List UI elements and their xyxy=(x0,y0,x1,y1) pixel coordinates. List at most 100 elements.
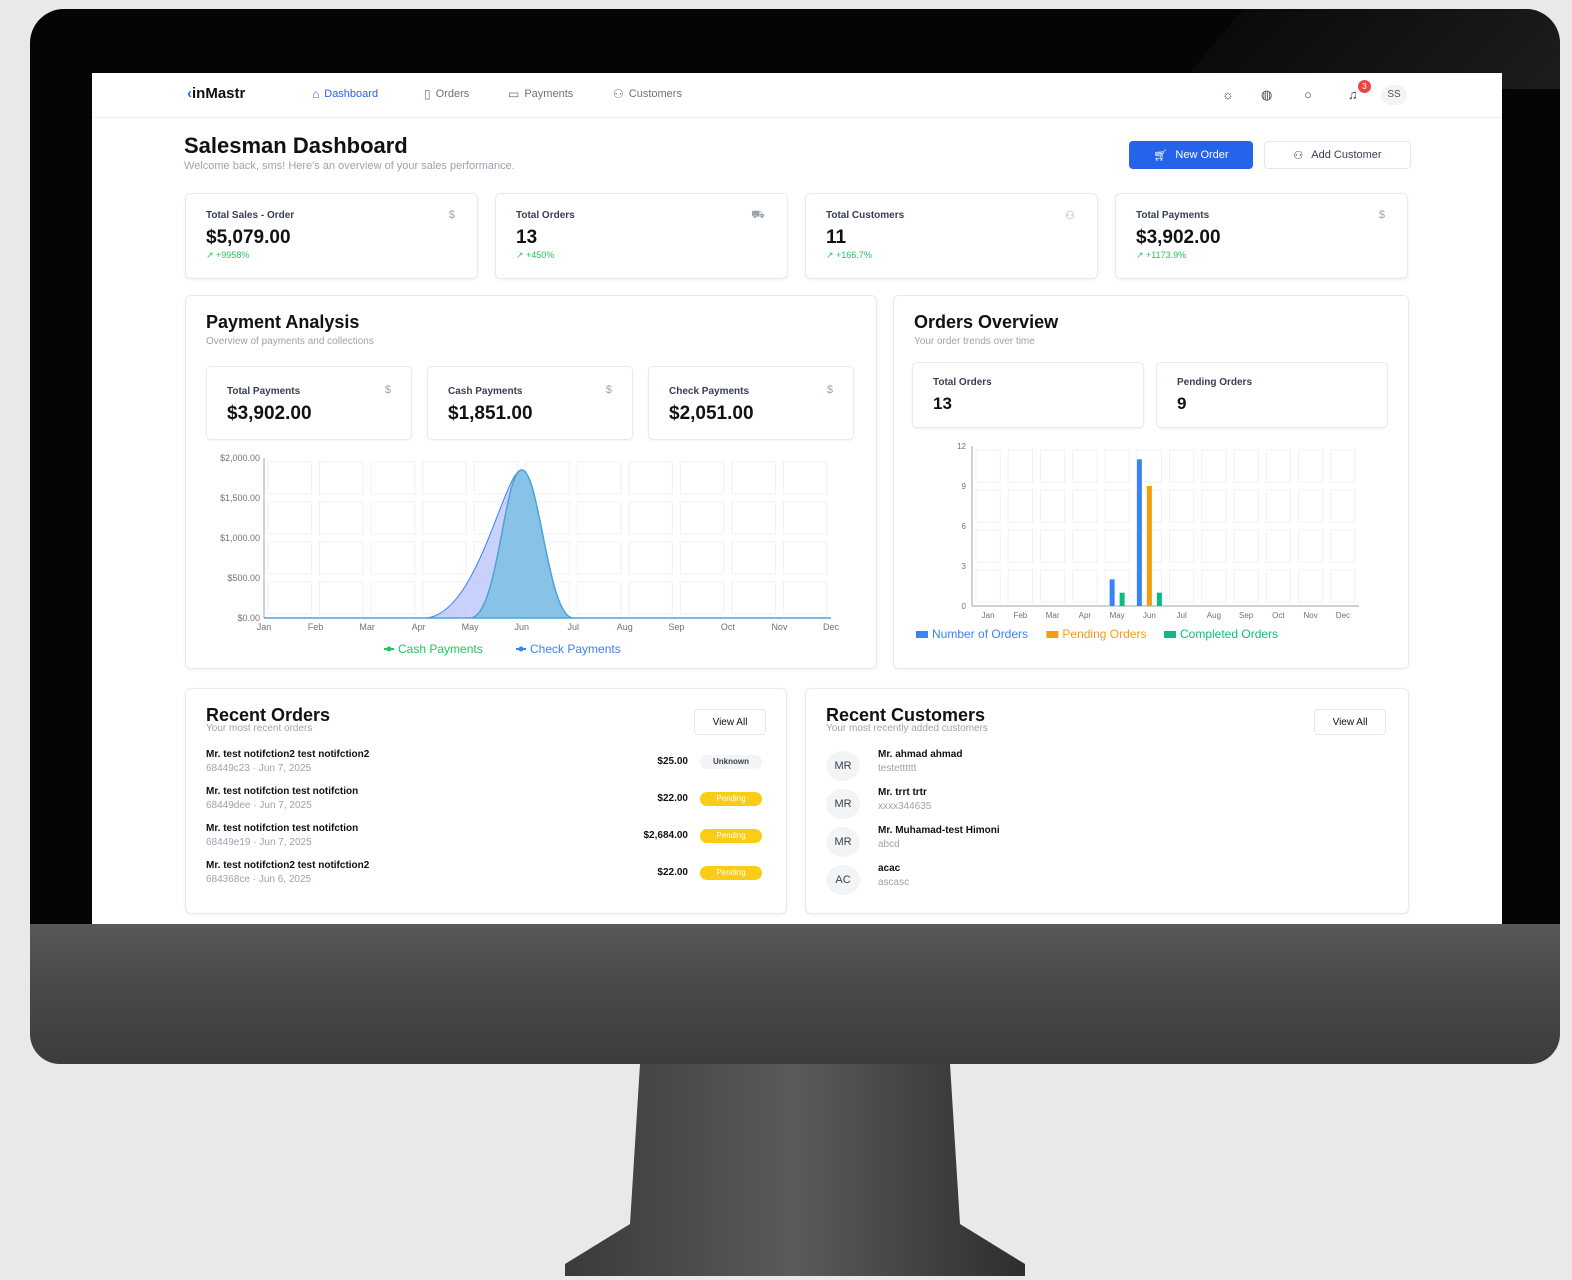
cart-icon: ⛟ xyxy=(751,209,765,221)
grid-cell xyxy=(267,501,313,535)
add-customer-button[interactable]: ⚇ Add Customer xyxy=(1264,141,1411,169)
nav-payments[interactable]: ▭ Payments xyxy=(508,88,573,100)
grid-cell xyxy=(679,581,725,615)
orders-bar-chart: 0 3 6 9 12 Jan Feb Mar Apr May Jun Jul Aug Sep Oct Nov D… xyxy=(916,442,1359,641)
order-meta: 68449c23 · Jun 7, 2025 xyxy=(206,763,312,774)
stat-value: $5,079.00 xyxy=(206,227,291,248)
legend-label: Pending Orders xyxy=(1062,627,1146,641)
stat-value: 13 xyxy=(516,227,538,248)
grid-cell xyxy=(782,501,828,535)
grid-cell xyxy=(370,541,416,575)
grid-cell xyxy=(422,501,467,535)
customer-subtext: testetttttt xyxy=(878,763,917,774)
y-tick-label: $500.00 xyxy=(227,573,260,583)
x-tick-label: May xyxy=(1110,611,1125,620)
view-all-orders-button[interactable]: View All xyxy=(694,709,766,735)
brand-name: inMastr xyxy=(192,85,246,102)
orders-bar xyxy=(1136,459,1142,606)
grid-cell xyxy=(1040,529,1066,563)
top-nav: ‹inMastr ⌂ Dashboard ▯ Orders ▭ Payments ⚇ C… xyxy=(92,73,1502,118)
x-tick-label: Sep xyxy=(668,622,684,632)
grid-cell xyxy=(1233,449,1259,483)
mini-title: Cash Payments xyxy=(448,386,523,397)
mini-total-orders: Total Orders 13 xyxy=(912,362,1144,428)
x-tick-label: Oct xyxy=(721,622,736,632)
x-tick-label: Jan xyxy=(257,622,272,632)
x-tick-label: Jun xyxy=(514,622,529,632)
x-tick-label: Apr xyxy=(1079,611,1092,620)
grid-cell xyxy=(370,461,416,495)
order-row[interactable]: Mr. test notifction test notifction 6844… xyxy=(206,823,768,859)
customer-row[interactable]: MR Mr. ahmad ahmad testetttttt xyxy=(826,749,1386,787)
bell-icon[interactable]: ♫ xyxy=(1348,87,1358,102)
nav-dashboard[interactable]: ⌂ Dashboard xyxy=(312,88,378,100)
y-tick-label: 12 xyxy=(957,442,966,451)
customer-row[interactable]: MR Mr. trrt trtr xxxx344635 xyxy=(826,787,1386,825)
avatar: MR xyxy=(826,827,860,857)
new-order-button[interactable]: 🛒︎ New Order xyxy=(1129,141,1253,169)
dollar-icon: $ xyxy=(384,384,391,396)
avatar: MR xyxy=(826,789,860,819)
stat-value: 11 xyxy=(826,227,847,248)
customer-row[interactable]: AC acac ascasc xyxy=(826,863,1386,901)
status-badge: Unknown xyxy=(700,755,762,769)
section-subtitle: Your most recently added customers xyxy=(826,723,988,734)
y-tick-label: 0 xyxy=(962,602,967,611)
recent-customers-card: Recent Customers Your most recently adde… xyxy=(805,688,1409,914)
mini-value: $1,851.00 xyxy=(448,403,533,424)
x-tick-label: Dec xyxy=(823,622,840,632)
orders-overview-card: Orders Overview Your order trends over t… xyxy=(893,295,1409,669)
chat-icon[interactable]: ○ xyxy=(1304,87,1312,102)
user-avatar[interactable]: SS xyxy=(1381,85,1407,105)
cart-icon: 🛒︎ xyxy=(1153,149,1168,162)
nav-orders[interactable]: ▯ Orders xyxy=(424,88,469,100)
grid-cell xyxy=(370,501,416,535)
order-row[interactable]: Mr. test notifction2 test notifction2 68… xyxy=(206,860,768,896)
grid-cell xyxy=(1169,449,1195,483)
customer-subtext: abcd xyxy=(878,839,900,850)
nav-orders-label: Orders xyxy=(435,88,470,100)
completed-bar xyxy=(1119,592,1125,606)
customer-row[interactable]: MR Mr. Muhamad-test Himoni abcd xyxy=(826,825,1386,863)
x-tick-label: May xyxy=(462,622,480,632)
x-tick-label: Nov xyxy=(771,622,788,632)
grid-cell xyxy=(1330,489,1356,523)
grid-cell xyxy=(1330,449,1356,483)
grid-cell xyxy=(1330,529,1356,563)
grid-cell xyxy=(731,501,776,535)
grid-cell xyxy=(1201,489,1227,523)
x-tick-label: Aug xyxy=(617,622,633,632)
order-row[interactable]: Mr. test notifction2 test notifction2 68… xyxy=(206,749,768,785)
brand-logo[interactable]: ‹inMastr xyxy=(187,85,245,102)
x-tick-label: Nov xyxy=(1304,611,1318,620)
order-meta: 68449e19 · Jun 7, 2025 xyxy=(206,837,312,848)
grid-cell xyxy=(1265,569,1291,603)
avatar: MR xyxy=(826,751,860,781)
view-all-customers-button[interactable]: View All xyxy=(1314,709,1386,735)
order-amount: $22.00 xyxy=(657,793,688,804)
order-amount: $2,684.00 xyxy=(643,830,689,841)
globe-icon[interactable]: ◍ xyxy=(1261,87,1272,103)
legend-dot xyxy=(518,646,524,652)
sun-icon[interactable]: ☼ xyxy=(1222,87,1234,102)
grid-cell xyxy=(1298,569,1324,603)
mini-pending-orders: Pending Orders 9 xyxy=(1156,362,1388,428)
order-row[interactable]: Mr. test notifction test notifction 6844… xyxy=(206,786,768,822)
grid-cell xyxy=(1040,449,1066,483)
nav-customers[interactable]: ⚇ Customers xyxy=(613,88,682,100)
grid-cell xyxy=(267,461,313,495)
mini-value: 9 xyxy=(1177,394,1187,413)
grid-cell xyxy=(1007,489,1033,523)
nav-dashboard-label: Dashboard xyxy=(324,88,379,100)
grid-cell xyxy=(319,541,364,575)
orders-bar xyxy=(1109,579,1115,606)
stat-title: Total Customers xyxy=(826,210,905,221)
order-amount: $22.00 xyxy=(657,867,688,878)
grid-cell xyxy=(319,501,364,535)
order-amount: $25.00 xyxy=(657,756,688,767)
add-customer-label: Add Customer xyxy=(1311,149,1382,161)
legend-marker xyxy=(1046,631,1059,638)
grid-cell xyxy=(1265,529,1291,563)
status-badge: Pending xyxy=(700,829,762,843)
grid-cell xyxy=(1007,569,1033,603)
